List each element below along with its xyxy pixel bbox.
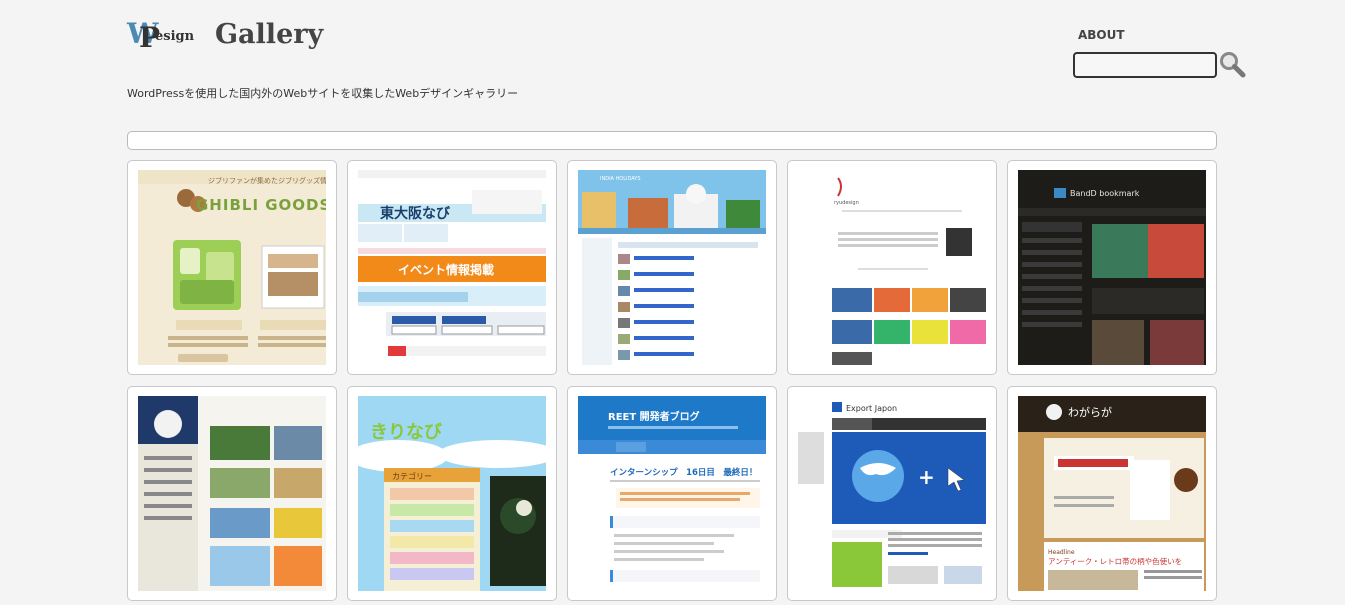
thumb-title: Export Japon (846, 404, 897, 413)
thumb-title: REET 開発者ブログ (608, 410, 700, 423)
svg-text:Headline: Headline (1048, 549, 1075, 556)
thumb-title: GHIBLI GOODS EN (196, 196, 326, 214)
thumb-title: 東大阪なび (380, 205, 451, 222)
site-thumbnail[interactable]: ジブリファンが集めたジブリグッズ情報 GHIBLI GOODS EN (138, 170, 326, 365)
logo-gallery-text: Gallery (215, 19, 324, 50)
site-thumbnail[interactable]: INDIA HOLIDAYS (578, 170, 766, 365)
thumb-title: わがらが (1068, 405, 1112, 419)
site-tagline: WordPressを使用した国内外のWebサイトを収集したWebデザインギャラリ… (127, 87, 519, 100)
svg-text:+: + (918, 465, 935, 489)
thumb-caption: ジブリファンが集めたジブリグッズ情報 (208, 176, 326, 185)
site-logo[interactable]: W P esign Gallery (127, 14, 323, 54)
thumb-caption: カテゴリー (392, 471, 432, 481)
nav-bar (127, 131, 1217, 150)
gallery-card[interactable]: Export Japon + (787, 386, 997, 601)
gallery-card[interactable]: わがらが Headline アンティーク・レトロ帯の柄や色使いを (1007, 386, 1217, 601)
gallery-card[interactable]: ryudesign (787, 160, 997, 375)
site-thumbnail[interactable]: わがらが Headline アンティーク・レトロ帯の柄や色使いを (1018, 396, 1206, 591)
site-thumbnail[interactable] (138, 396, 326, 591)
thumb-title: ryudesign (834, 200, 859, 206)
gallery-card[interactable]: REET 開発者ブログ インターンシップ 16日目 最終日！ (567, 386, 777, 601)
thumb-caption: インターンシップ 16日目 最終日！ (610, 467, 757, 478)
thumb-caption: アンティーク・レトロ帯の柄や色使いを (1048, 556, 1182, 566)
gallery-card[interactable]: BandD bookmark (1007, 160, 1217, 375)
thumb-title: INDIA HOLIDAYS (600, 176, 641, 182)
logo-design-text: esign (155, 29, 195, 44)
thumb-caption: イベント情報掲載 (398, 262, 494, 277)
site-thumbnail[interactable]: きりなび カテゴリー (358, 396, 546, 591)
search-button[interactable] (1219, 51, 1246, 78)
gallery-card[interactable]: きりなび カテゴリー (347, 386, 557, 601)
gallery-grid: ジブリファンが集めたジブリグッズ情報 GHIBLI GOODS EN (127, 160, 1219, 601)
search-input[interactable] (1073, 52, 1217, 78)
thumb-title: BandD bookmark (1070, 189, 1140, 198)
logo-mark: W P esign (127, 20, 194, 54)
gallery-card[interactable]: INDIA HOLIDAYS (567, 160, 777, 375)
site-thumbnail[interactable]: REET 開発者ブログ インターンシップ 16日目 最終日！ (578, 396, 766, 591)
thumb-title: きりなび (370, 422, 443, 443)
gallery-card[interactable]: 東大阪なび イベント情報掲載 (347, 160, 557, 375)
site-thumbnail[interactable]: Export Japon + (798, 396, 986, 591)
site-thumbnail[interactable]: 東大阪なび イベント情報掲載 (358, 170, 546, 365)
site-thumbnail[interactable]: ryudesign (798, 170, 986, 365)
search-icon (1220, 52, 1246, 78)
site-thumbnail[interactable]: BandD bookmark (1018, 170, 1206, 365)
about-link[interactable]: ABOUT (1078, 28, 1125, 42)
gallery-card[interactable] (127, 386, 337, 601)
gallery-card[interactable]: ジブリファンが集めたジブリグッズ情報 GHIBLI GOODS EN (127, 160, 337, 375)
